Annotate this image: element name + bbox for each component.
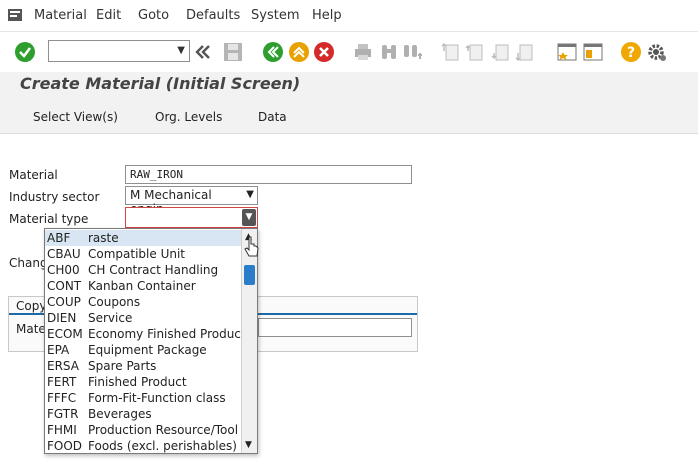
- option-code: ECOM: [47, 327, 83, 341]
- material-input-value: RAW_IRON: [130, 168, 183, 181]
- option-description: Form-Fit-Function class: [88, 391, 226, 405]
- option-code: ERSA: [47, 359, 79, 373]
- copy-from-tab[interactable]: Copy: [16, 299, 46, 313]
- copy-material-input[interactable]: [258, 318, 412, 337]
- option-description: Compatible Unit: [88, 247, 185, 261]
- option-code: CH00: [47, 263, 80, 277]
- option-code: FHMI: [47, 423, 77, 437]
- chevron-down-icon: ▼: [246, 189, 254, 200]
- menu-defaults[interactable]: Defaults: [186, 8, 240, 23]
- menu-help[interactable]: Help: [312, 8, 342, 23]
- option-description: Economy Finished Product: [88, 327, 246, 341]
- dropdown-option-food[interactable]: FOOD Foods (excl. perishables): [45, 438, 241, 453]
- new-session-icon[interactable]: [556, 41, 578, 63]
- option-description: raste: [88, 231, 119, 245]
- industry-sector-select[interactable]: M Mechanical engin... ▼: [125, 186, 258, 216]
- dropdown-option-ecom[interactable]: ECOM Economy Finished Product: [45, 326, 246, 342]
- option-description: Beverages: [88, 407, 152, 421]
- data-button[interactable]: Data: [258, 110, 287, 124]
- dropdown-option-dien[interactable]: DIEN Service: [45, 310, 241, 326]
- material-input[interactable]: RAW_IRON: [125, 165, 412, 184]
- menu-goto[interactable]: Goto: [138, 8, 169, 23]
- help-icon[interactable]: ?: [620, 41, 642, 63]
- change-number-label: Chang: [9, 256, 48, 270]
- option-code: FGTR: [47, 407, 79, 421]
- dropdown-option-abf[interactable]: ABF raste: [45, 230, 241, 246]
- gear-icon[interactable]: [646, 41, 668, 63]
- option-description: CH Contract Handling: [88, 263, 219, 277]
- first-page-icon[interactable]: [440, 41, 462, 63]
- dropdown-toggle-icon[interactable]: ▼: [242, 209, 256, 226]
- option-description: Kanban Container: [88, 279, 196, 293]
- shortcut-icon[interactable]: [582, 41, 604, 63]
- find-icon[interactable]: [378, 41, 400, 63]
- option-description: Foods (excl. perishables): [88, 439, 237, 453]
- option-code: ABF: [47, 231, 71, 245]
- command-field[interactable]: ▼: [48, 40, 190, 62]
- exit-circle-icon[interactable]: [288, 41, 310, 63]
- cancel-circle-icon[interactable]: [313, 41, 335, 63]
- org-levels-button[interactable]: Org. Levels: [155, 110, 222, 124]
- chevron-down-icon[interactable]: ▼: [177, 45, 185, 56]
- application-toolbar: Select View(s) Org. Levels Data: [0, 98, 698, 134]
- option-description: Finished Product: [88, 375, 187, 389]
- menu-material[interactable]: Material: [34, 8, 87, 23]
- print-icon[interactable]: [352, 41, 374, 63]
- material-type-input[interactable]: ▼: [125, 207, 258, 228]
- mouse-cursor-icon: [244, 236, 259, 257]
- material-label: Material: [9, 168, 58, 182]
- dropdown-option-fert[interactable]: FERT Finished Product: [45, 374, 241, 390]
- select-views-button[interactable]: Select View(s): [33, 110, 118, 124]
- industry-sector-label: Industry sector: [9, 190, 100, 204]
- option-code: DIEN: [47, 311, 77, 325]
- option-code: FOOD: [47, 439, 83, 453]
- scrollbar-thumb[interactable]: [244, 265, 255, 285]
- option-code: CBAU: [47, 247, 81, 261]
- material-type-label: Material type: [9, 212, 89, 226]
- last-page-icon[interactable]: [514, 41, 536, 63]
- material-type-dropdown[interactable]: ABF raste CBAU Compatible Unit CH00 CH C…: [44, 228, 258, 454]
- menu-edit[interactable]: Edit: [96, 8, 121, 23]
- page-title: Create Material (Initial Screen): [20, 74, 301, 93]
- menu-system[interactable]: System: [251, 8, 299, 23]
- option-code: FFFC: [47, 391, 77, 405]
- title-bar: Create Material (Initial Screen): [0, 72, 698, 98]
- copy-material-label: Mate: [16, 322, 46, 336]
- back-circle-icon[interactable]: [262, 41, 284, 63]
- dropdown-option-cbau[interactable]: CBAU Compatible Unit: [45, 246, 241, 262]
- option-description: Service: [88, 311, 133, 325]
- dropdown-scrollbar[interactable]: ▲ ▼: [241, 229, 257, 453]
- option-description: Production Resource/Tool: [88, 423, 239, 437]
- menu-bar: Material Edit Goto Defaults System Help: [0, 0, 698, 32]
- option-code: EPA: [47, 343, 70, 357]
- find-next-icon[interactable]: [402, 41, 424, 63]
- option-code: FERT: [47, 375, 77, 389]
- option-description: Equipment Package: [88, 343, 207, 357]
- option-code: COUP: [47, 295, 81, 309]
- check-circle-icon[interactable]: [14, 41, 36, 63]
- option-code: CONT: [47, 279, 82, 293]
- chevron-down-icon[interactable]: ▼: [245, 440, 252, 450]
- option-description: Coupons: [88, 295, 141, 309]
- next-page-icon[interactable]: [490, 41, 512, 63]
- dropdown-option-cont[interactable]: CONT Kanban Container: [45, 278, 241, 294]
- previous-page-icon[interactable]: [464, 41, 486, 63]
- save-icon[interactable]: [222, 41, 244, 63]
- dropdown-option-fffc[interactable]: FFFC Form-Fit-Function class: [45, 390, 241, 406]
- sap-menu-icon[interactable]: [8, 9, 22, 21]
- dropdown-option-coup[interactable]: COUP Coupons: [45, 294, 241, 310]
- dropdown-option-fgtr[interactable]: FGTR Beverages: [45, 406, 241, 422]
- dropdown-option-fhmi[interactable]: FHMI Production Resource/Tool: [45, 422, 241, 438]
- double-chevron-left-icon[interactable]: [194, 41, 212, 63]
- svg-text:?: ?: [627, 45, 635, 61]
- dropdown-option-ch00[interactable]: CH00 CH Contract Handling: [45, 262, 241, 278]
- dropdown-option-ersa[interactable]: ERSA Spare Parts: [45, 358, 241, 374]
- dropdown-option-epa[interactable]: EPA Equipment Package: [45, 342, 241, 358]
- option-description: Spare Parts: [88, 359, 157, 373]
